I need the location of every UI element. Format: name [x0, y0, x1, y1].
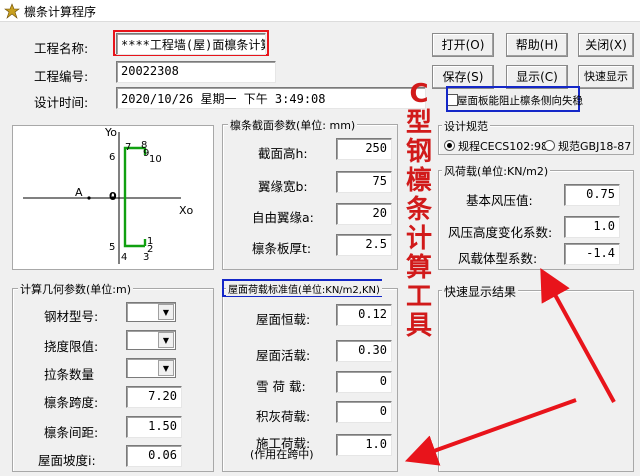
arrow-to-quick-result: [540, 267, 616, 403]
annotation-arrows: [404, 267, 616, 466]
arrow-to-loads: [404, 398, 577, 466]
